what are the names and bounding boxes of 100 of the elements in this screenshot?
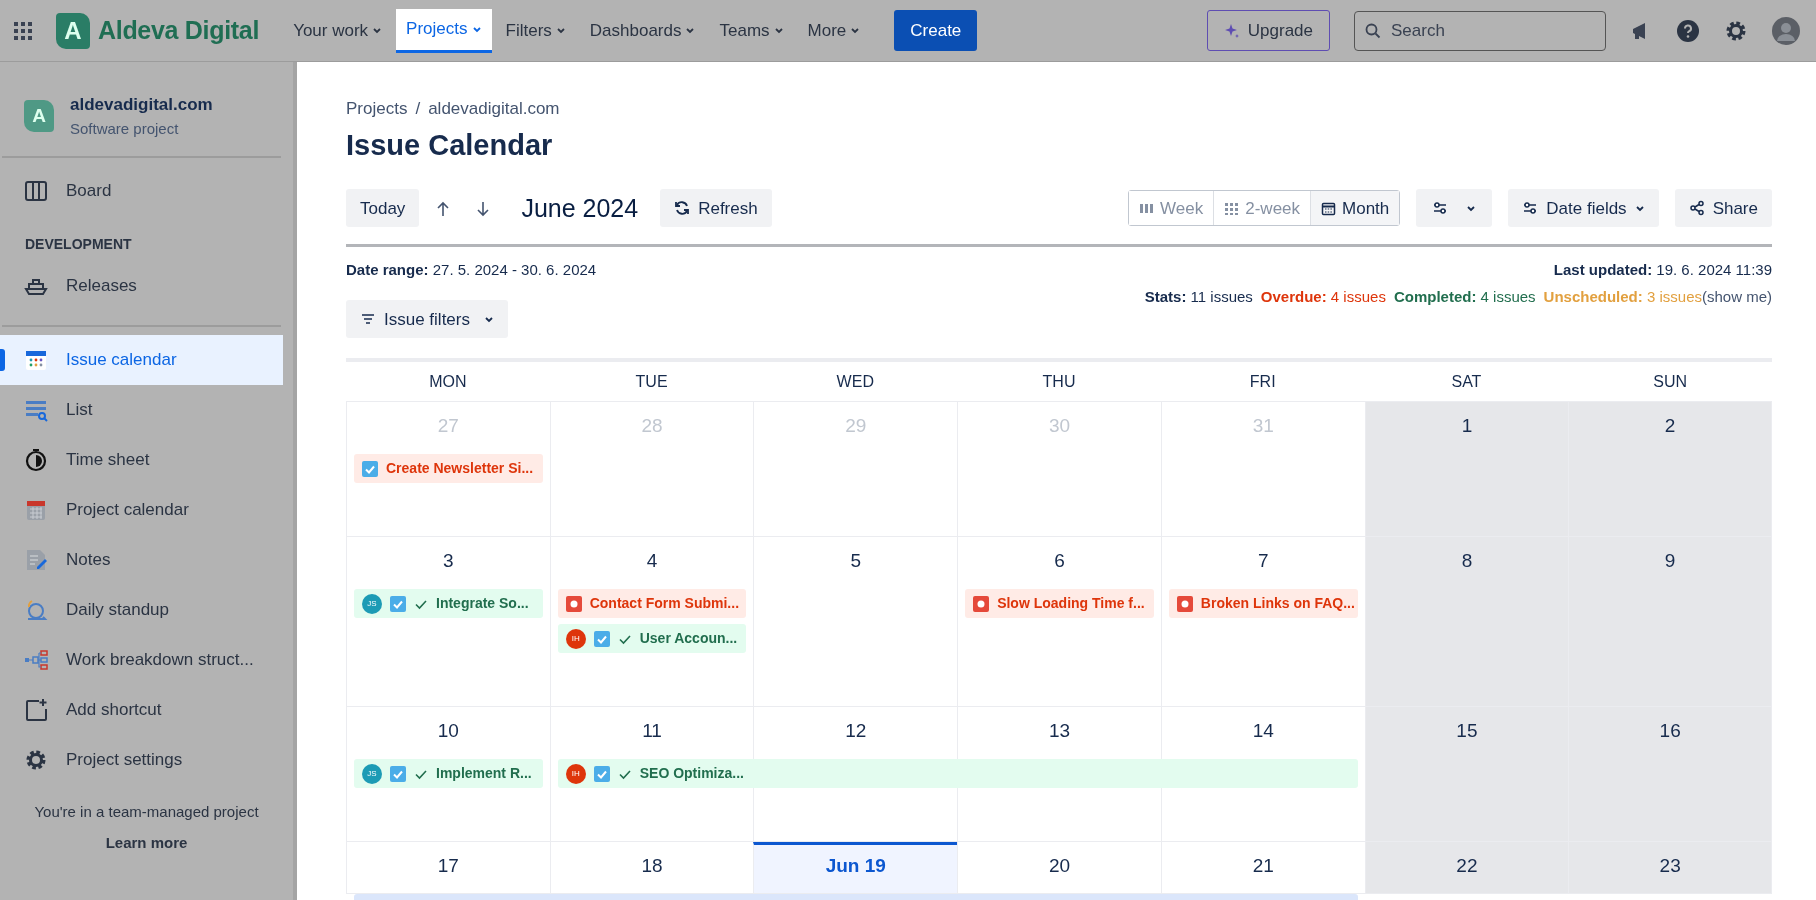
nav-menu[interactable]: Your work	[283, 8, 393, 53]
event-bar[interactable]: IH User Accoun...	[557, 624, 747, 654]
event-title: Broken Links on FAQ...	[1200, 594, 1355, 614]
calendar-day[interactable]: 22	[1364, 842, 1569, 895]
grid-icon	[1224, 200, 1240, 216]
day-number: 10	[437, 720, 459, 742]
sidebar-item[interactable]: Project settings	[0, 735, 283, 785]
day-number: 12	[845, 720, 867, 742]
event-title: Contact Form Submi...	[589, 594, 740, 614]
sidebar-item[interactable]: Daily standup	[0, 585, 283, 635]
calendar-day[interactable]: 8	[1364, 537, 1569, 708]
day-number: 2	[1664, 415, 1676, 437]
chevron-down-icon	[471, 24, 482, 34]
avatar-icon[interactable]	[1772, 16, 1800, 45]
date-fields-button[interactable]: Date fields	[1508, 189, 1659, 228]
day-number: 7	[1257, 550, 1269, 572]
sidebar-item[interactable]: List	[0, 385, 283, 435]
sliders-icon	[1522, 200, 1539, 217]
calendar-day[interactable]: Jun 19	[753, 842, 958, 895]
view-tab[interactable]: Week	[1129, 191, 1215, 226]
section-heading: DEVELOPMENT	[24, 235, 133, 254]
apps-menu-icon[interactable]	[14, 21, 32, 40]
day-number: 30	[1048, 415, 1071, 437]
day-number: 27	[437, 415, 459, 437]
event-bar[interactable]: Broken Links on FAQ...	[1168, 589, 1358, 619]
share-icon	[1688, 200, 1705, 217]
learn-more-link[interactable]: Learn more	[105, 831, 188, 854]
chevron-down-icon	[372, 26, 383, 35]
today-button[interactable]: Today	[346, 189, 420, 228]
show-me-link[interactable]: (show me)	[1702, 285, 1772, 309]
search-box[interactable]: Search	[1354, 10, 1606, 51]
day-number: 22	[1456, 855, 1478, 877]
stopwatch-icon	[24, 448, 48, 472]
day-number: 18	[641, 855, 663, 877]
sidebar-item[interactable]: Add shortcut	[0, 685, 283, 735]
weekday-header: MON	[428, 371, 468, 392]
nav-menu[interactable]: Filters	[495, 8, 576, 53]
day-number: 31	[1252, 415, 1274, 437]
sidebar-item[interactable]: Board	[0, 166, 283, 216]
calendar-day[interactable]: 9	[1568, 537, 1772, 708]
calendar-icon	[24, 498, 48, 522]
day-number: 6	[1054, 550, 1065, 572]
day-number: 17	[437, 855, 459, 877]
settings-icon	[24, 748, 48, 772]
checkbox-icon	[390, 765, 406, 782]
day-number: 13	[1048, 720, 1071, 742]
nav-menu[interactable]: More	[797, 8, 871, 53]
event-bar[interactable]: Create Newsletter Si...	[354, 454, 543, 484]
calendar-day[interactable]: 15	[1364, 707, 1569, 843]
event-bar[interactable]: IH SEO Optimiza...	[557, 759, 1358, 789]
sidebar-item[interactable]: Notes	[0, 535, 283, 585]
day-number: 21	[1252, 855, 1274, 877]
nav-menu[interactable]: Teams	[709, 8, 794, 53]
help-icon[interactable]	[1676, 18, 1700, 43]
calendar-day[interactable]: 23	[1568, 842, 1772, 895]
event-title: Create Newsletter Si...	[386, 459, 534, 479]
stat-text: Completed: 4 issues	[1393, 286, 1536, 307]
share-button[interactable]: Share	[1674, 189, 1772, 228]
view-options-button[interactable]	[1416, 189, 1493, 228]
event-title: SEO Optimiza...	[639, 764, 744, 784]
project-logo-icon: A	[24, 100, 54, 132]
event-title: Integrate So...	[436, 594, 529, 614]
assignee-avatar: JS	[362, 763, 382, 784]
project-name: aldevadigital.com	[70, 94, 213, 116]
event-bar[interactable]: JS Implement R...	[354, 759, 543, 789]
calendar-day[interactable]: 1	[1364, 402, 1569, 538]
view-tab[interactable]: Month	[1311, 191, 1400, 226]
add-icon	[24, 698, 48, 722]
checkbox-icon	[390, 595, 406, 612]
calendar-day[interactable]: 16	[1568, 707, 1772, 843]
bug-icon	[973, 595, 990, 612]
refresh-icon	[674, 200, 691, 217]
refresh-button[interactable]: Refresh	[660, 189, 772, 228]
arrow-down-icon	[475, 201, 492, 218]
upgrade-button[interactable]: Upgrade	[1206, 9, 1330, 52]
weekday-header: TUE	[634, 371, 669, 392]
sidebar-item[interactable]: Work breakdown struct...	[0, 635, 283, 685]
sidebar-item[interactable]: Time sheet	[0, 435, 283, 485]
breadcrumb-link[interactable]: Projects	[346, 96, 408, 122]
sidebar-item[interactable]: Issue calendar	[0, 335, 283, 385]
sidebar-item[interactable]: Releases	[0, 261, 283, 311]
sidebar-item[interactable]: Project calendar	[0, 485, 283, 535]
calendar-day[interactable]: 5	[753, 537, 958, 708]
weekday-header: SAT	[1450, 371, 1483, 392]
create-button[interactable]: Create	[894, 9, 978, 52]
day-number: 5	[850, 550, 862, 572]
chevron-down-icon	[850, 26, 861, 35]
nav-menu[interactable]: Projects	[396, 8, 492, 53]
event-bar[interactable]: JS Integrate So...	[354, 589, 543, 619]
event-title: User Accoun...	[639, 629, 738, 649]
nav-menu[interactable]: Dashboards	[579, 8, 706, 53]
chevron-down-icon	[484, 314, 494, 324]
event-bar[interactable]: Contact Form Submi...	[557, 589, 747, 619]
search-field[interactable]: Search	[1389, 16, 1595, 45]
event-bar[interactable]: Slow Loading Time f...	[965, 589, 1154, 619]
day-number: 1	[1461, 415, 1473, 437]
issue-filters-button[interactable]: Issue filters	[346, 300, 508, 339]
breadcrumb-link[interactable]: aldevadigital.com	[428, 96, 560, 122]
calendar-day[interactable]: 2	[1568, 402, 1772, 538]
day-number: 16	[1659, 720, 1681, 742]
